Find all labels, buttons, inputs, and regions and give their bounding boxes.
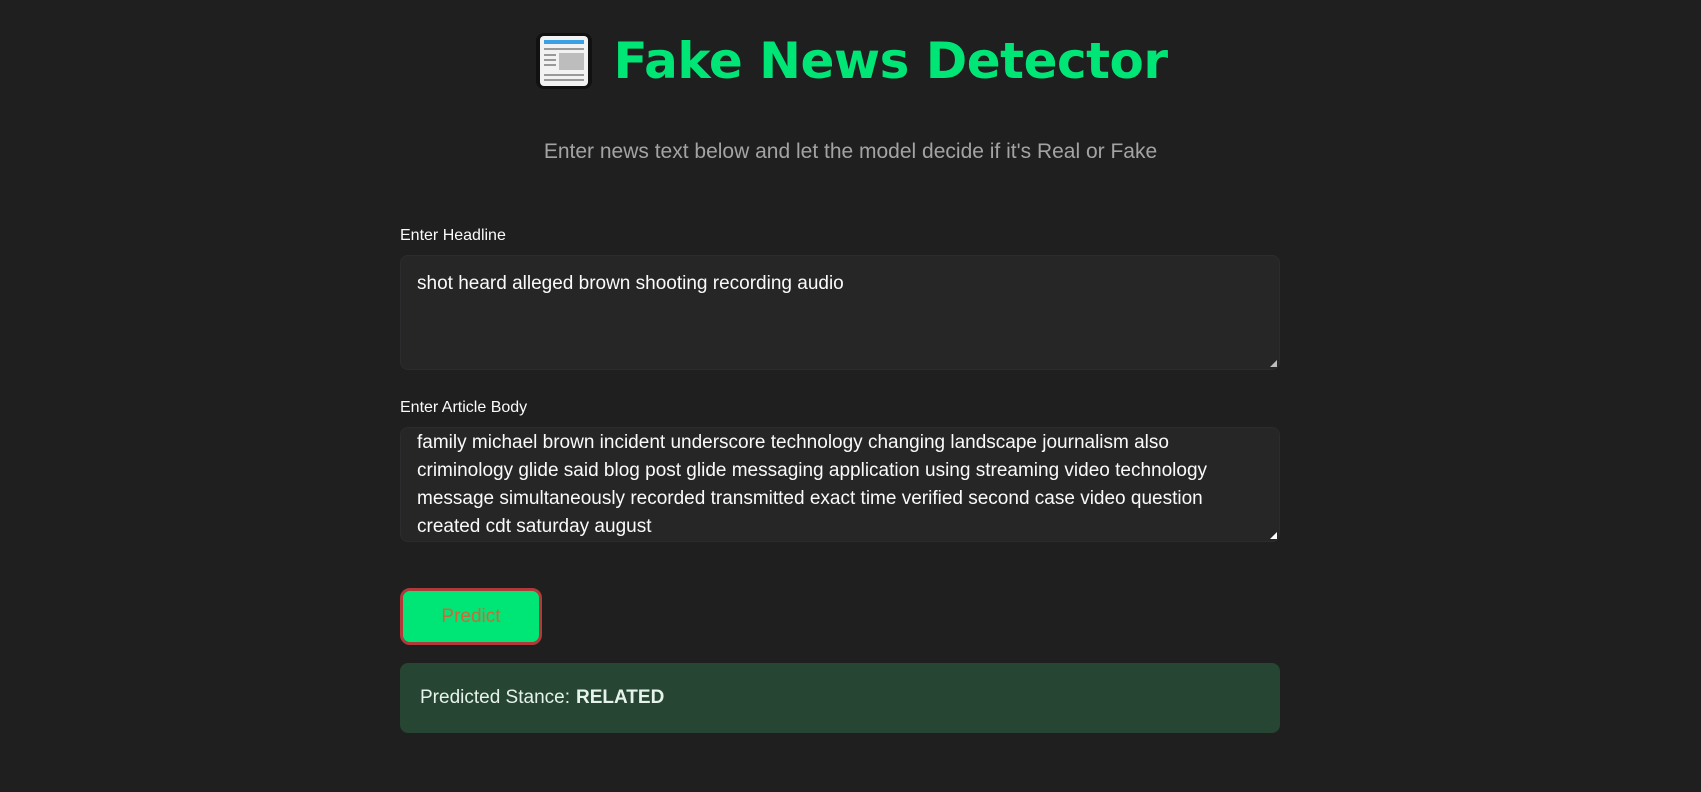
app-title: Fake News Detector: [613, 32, 1168, 90]
article-body-label: Enter Article Body: [400, 399, 528, 416]
headline-textarea[interactable]: shot heard alleged brown shooting record…: [400, 255, 1280, 370]
result-prefix: Predicted Stance:: [420, 687, 570, 708]
predict-button[interactable]: Predict: [400, 588, 542, 645]
article-body-text: family michael brown incident underscore…: [417, 432, 1208, 537]
resize-grip-icon[interactable]: [1270, 360, 1277, 367]
headline-label: Enter Headline: [400, 227, 506, 244]
headline-field-group: Enter Headline shot heard alleged brown …: [400, 226, 1280, 370]
body-field-group: Enter Article Body family michael brown …: [400, 398, 1280, 542]
app-page: Fake News Detector Enter news text below…: [0, 0, 1701, 792]
input-form: Enter Headline shot heard alleged brown …: [400, 226, 1280, 542]
prediction-result: Predicted Stance: RELATED: [400, 663, 1280, 733]
title-row: Fake News Detector: [0, 30, 1701, 92]
resize-grip-icon[interactable]: [1270, 532, 1277, 539]
result-stance-value: RELATED: [575, 687, 665, 708]
headline-text: shot heard alleged brown shooting record…: [417, 273, 844, 294]
app-subtitle: Enter news text below and let the model …: [543, 140, 1158, 163]
newspaper-icon: [533, 30, 595, 92]
article-body-textarea[interactable]: family michael brown incident underscore…: [400, 427, 1280, 542]
